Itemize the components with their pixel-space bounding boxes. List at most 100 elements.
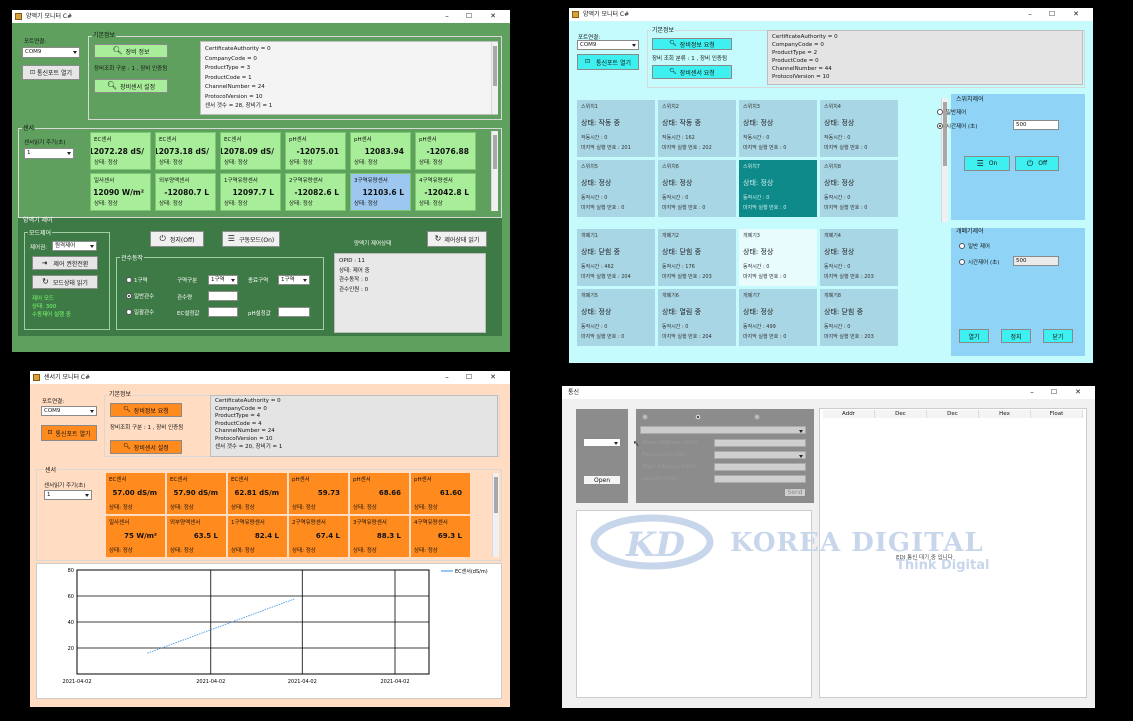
minimize-button[interactable]: – bbox=[438, 10, 456, 23]
ec-setting-input[interactable] bbox=[208, 307, 238, 317]
switch-cell[interactable]: 스위치6 상태: 정상 동작시간 : 0 마지막 실행 번호 : 0 bbox=[658, 160, 736, 217]
sensor-status: 상태: 정상 bbox=[224, 201, 248, 207]
connect-button[interactable]: ⊡ 통신포트 열기 bbox=[577, 54, 639, 70]
control-mode-select[interactable]: 원격제어 bbox=[52, 241, 97, 251]
opener-seconds-input[interactable]: 500 bbox=[1013, 256, 1059, 266]
send-button[interactable]: Send bbox=[784, 488, 806, 497]
properties-textbox[interactable]: CertificateAuthority = 0 CompanyCode = 0P… bbox=[200, 41, 498, 115]
connect-button[interactable]: ⊡ 통신포트 열기 bbox=[41, 425, 97, 441]
switch-scrollbar[interactable] bbox=[941, 98, 948, 222]
batch-irrigation-radio[interactable] bbox=[126, 309, 132, 315]
normal-irrigation-radio[interactable] bbox=[126, 293, 132, 299]
sensor-scrollbar[interactable] bbox=[492, 473, 499, 557]
end-zone-select[interactable]: 1구역 bbox=[278, 275, 310, 285]
function-code-select[interactable] bbox=[714, 451, 806, 459]
port-select[interactable] bbox=[583, 438, 621, 447]
switch-cell[interactable]: 스위치1 상태: 작동 중 작동시간 : 0 마지막 실행 번호 : 201 bbox=[577, 100, 655, 157]
cell-runtime: 작동시간 : 0 bbox=[743, 135, 770, 141]
request-sensor-button[interactable]: 🔍︎ 장비센서 요청 bbox=[652, 65, 732, 79]
switch-cell[interactable]: 스위치3 상태: 정상 작동시간 : 0 마지막 실행 번호 : 0 bbox=[739, 100, 817, 157]
end-zone-label: 종료구역 bbox=[248, 278, 269, 284]
opener-cell[interactable]: 개폐기1 상태: 닫힘 중 동작시간 : 462 마지막 실행 번호 : 204 bbox=[577, 229, 655, 286]
open-button[interactable]: 열기 bbox=[959, 329, 989, 343]
opener-cell[interactable]: 개폐기3 상태: 정상 동작시간 : 0 마지막 실행 번호 : 0 bbox=[739, 229, 817, 286]
opener-cell[interactable]: 개폐기7 상태: 정상 동작시간 : 499 마지막 실행 번호 : 0 bbox=[739, 289, 817, 346]
zone-select[interactable]: 1구역 bbox=[208, 275, 238, 285]
normal-control-radio[interactable] bbox=[937, 109, 943, 115]
stop-button[interactable]: 정지 bbox=[1001, 329, 1031, 343]
close-button[interactable]: ✕ bbox=[1069, 386, 1087, 399]
switch-on-button[interactable]: ☰ On bbox=[964, 156, 1010, 171]
close-button[interactable]: ✕ bbox=[484, 10, 502, 23]
properties-textbox[interactable]: CertificateAuthority = 0 CompanyCode = 0P… bbox=[210, 395, 498, 457]
timed-seconds-input[interactable]: 500 bbox=[1013, 120, 1059, 130]
timed-control-radio[interactable] bbox=[937, 123, 943, 129]
switch-cell[interactable]: 스위치7 상태: 정상 동작시간 : 0 마지막 실행 번호 : 0 bbox=[739, 160, 817, 217]
request-sensor-button[interactable]: 🔍︎ 장비센서 설정 bbox=[94, 79, 168, 93]
minimize-button[interactable]: – bbox=[1023, 386, 1041, 399]
request-info-button[interactable]: 🔍︎ 장비정보 요청 bbox=[110, 403, 182, 417]
ph-setting-input[interactable] bbox=[278, 307, 310, 317]
interval-select[interactable]: 1 bbox=[24, 148, 74, 159]
close-button[interactable]: ✕ bbox=[1067, 8, 1085, 21]
maximize-button[interactable]: ☐ bbox=[1045, 386, 1063, 399]
prop-line: ProtocolVersion = 10 bbox=[772, 74, 830, 80]
y-tick-label: 40 bbox=[68, 620, 74, 626]
opener-cell[interactable]: 개폐기4 상태: 정상 동작시간 : 0 마지막 실행 번호 : 203 bbox=[820, 229, 898, 286]
sensor-card: EC센서 12072.28 dS/상태: 정상 bbox=[90, 132, 151, 170]
request-info-button[interactable]: 🔍︎ 장비 정보 bbox=[94, 44, 168, 58]
switch-cell[interactable]: 스위치2 상태: 작동 중 작동시간 : 162 마지막 실행 번호 : 202 bbox=[658, 100, 736, 157]
close-button[interactable]: ✕ bbox=[484, 371, 502, 384]
mode-radio-2[interactable] bbox=[695, 414, 701, 420]
mode-radio-1[interactable] bbox=[642, 414, 648, 420]
properties-scrollbar[interactable] bbox=[491, 42, 498, 114]
cell-last-run: 마지막 실행 번호 : 0 bbox=[743, 205, 787, 211]
opener-timed-radio[interactable] bbox=[959, 259, 965, 265]
zone-radio[interactable] bbox=[126, 277, 132, 283]
length-input[interactable] bbox=[714, 475, 806, 483]
control-switch-button[interactable]: ⇥ 제어 권한전환 bbox=[32, 256, 98, 270]
control-refresh-button[interactable]: ↻ 제어상태 읽기 bbox=[427, 231, 487, 247]
sensor-status: 상태: 정상 bbox=[289, 201, 313, 207]
properties-textbox[interactable]: CertificateAuthority = 0 CompanyCode = 0P… bbox=[767, 30, 1083, 85]
minimize-button[interactable]: – bbox=[438, 371, 456, 384]
switch-cell[interactable]: 스위치5 상태: 정상 동작시간 : 0 마지막 실행 번호 : 0 bbox=[577, 160, 655, 217]
function-select[interactable] bbox=[640, 426, 806, 434]
opener-cell[interactable]: 개폐기2 상태: 닫힘 중 동작시간 : 176 마지막 실행 번호 : 203 bbox=[658, 229, 736, 286]
refresh-icon: ↻ bbox=[42, 277, 49, 286]
mode-read-button[interactable]: ↻ 모드상태 읽기 bbox=[32, 275, 98, 289]
close-opener-button[interactable]: 닫기 bbox=[1043, 329, 1073, 343]
run-button[interactable]: ☰ 구동모드(On) bbox=[222, 231, 280, 247]
port-select[interactable]: COM9 bbox=[577, 40, 639, 50]
app-icon bbox=[33, 374, 40, 381]
stop-button[interactable]: ⏻ 정지(Off) bbox=[150, 231, 204, 247]
port-select[interactable]: COM9 bbox=[41, 406, 97, 416]
sensor-scrollbar[interactable] bbox=[491, 131, 498, 211]
minimize-button[interactable]: – bbox=[1021, 8, 1039, 21]
amount-input[interactable] bbox=[208, 291, 238, 301]
request-sensor-button[interactable]: 🔍︎ 장비센서 설정 bbox=[110, 440, 182, 454]
slave-address-input[interactable] bbox=[714, 439, 806, 447]
maximize-button[interactable]: ☐ bbox=[460, 371, 478, 384]
interval-select[interactable]: 1 bbox=[44, 490, 92, 500]
control-status-textbox[interactable]: OPID : 11 상태: 제어 중 관수동작 : 0 관수인원 : 0 bbox=[334, 253, 486, 333]
switch-cell[interactable]: 스위치4 상태: 정상 작동시간 : 0 마지막 실행 번호 : 0 bbox=[820, 100, 898, 157]
mode-radio-3[interactable] bbox=[754, 414, 760, 420]
switch-off-button[interactable]: ⏻ Off bbox=[1015, 156, 1059, 171]
start-address-input[interactable] bbox=[714, 463, 806, 471]
opener-normal-radio[interactable] bbox=[959, 243, 965, 249]
open-button[interactable]: Open bbox=[583, 475, 621, 485]
port-select[interactable]: COM9 bbox=[22, 47, 80, 58]
opener-cell[interactable]: 개폐기5 상태: 정상 동작시간 : 0 마지막 실행 번호 : 0 bbox=[577, 289, 655, 346]
sensor-name: pH센서 bbox=[292, 477, 310, 483]
opener-cell[interactable]: 개폐기6 상태: 열림 중 동작시간 : 0 마지막 실행 번호 : 204 bbox=[658, 289, 736, 346]
request-info-button[interactable]: 🔍︎ 장비정보 요청 bbox=[652, 38, 732, 50]
sensor-card: 일사센서 12090 W/m² 상태: 정상 bbox=[90, 173, 151, 211]
connect-button[interactable]: ⊡ 통신포트 열기 bbox=[22, 65, 80, 80]
open-label: 열기 bbox=[968, 333, 980, 341]
maximize-button[interactable]: ☐ bbox=[1043, 8, 1061, 21]
maximize-button[interactable]: ☐ bbox=[460, 10, 478, 23]
switch-on-label: On bbox=[988, 160, 998, 167]
opener-cell[interactable]: 개폐기8 상태: 닫힘 중 동작시간 : 0 마지막 실행 번호 : 203 bbox=[820, 289, 898, 346]
switch-cell[interactable]: 스위치8 상태: 정상 동작시간 : 0 마지막 실행 번호 : 0 bbox=[820, 160, 898, 217]
